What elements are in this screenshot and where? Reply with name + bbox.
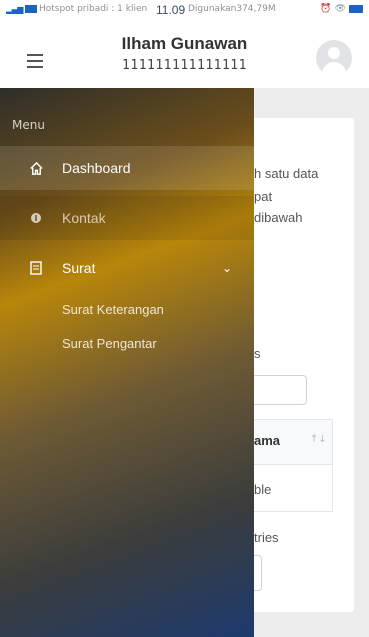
home-icon (28, 160, 44, 176)
sidebar-item-label: Surat (62, 260, 96, 276)
hotspot-text: Hotspot pribadi : 1 klien (38, 4, 148, 14)
entries-label: s (254, 346, 261, 361)
hotspot-icon (24, 5, 37, 13)
sidebar-drawer: Menu Dashboard Kontak Surat ⌄ Surat Kete… (0, 88, 254, 637)
sidebar-subitem-surat-pengantar[interactable]: Surat Pengantar (62, 336, 157, 351)
status-bar: ▂▄▆ Hotspot pribadi : 1 klien 11.09 Digu… (0, 0, 369, 20)
status-right: Digunakan374,79M (188, 4, 276, 14)
sidebar-item-kontak[interactable]: Kontak (0, 196, 254, 240)
contact-icon (28, 210, 44, 226)
status-time: 11.09 (156, 3, 186, 17)
app-header: Ilham Gunawan 111111111111111 (0, 20, 369, 88)
sidebar-item-label: Dashboard (62, 160, 131, 176)
content-text-1: h satu data (254, 166, 319, 181)
sidebar-item-surat[interactable]: Surat ⌄ (0, 246, 254, 290)
user-id: 111111111111111 (122, 58, 247, 73)
sidebar-item-label: Kontak (62, 210, 106, 226)
sidebar-subitem-surat-keterangan[interactable]: Surat Keterangan (62, 302, 164, 317)
search-input[interactable] (249, 375, 307, 405)
user-name: Ilham Gunawan (121, 34, 248, 53)
alarm-icon: ⏰ (320, 4, 332, 14)
avatar-body (322, 62, 346, 76)
battery-icon (349, 5, 363, 13)
sidebar-item-dashboard[interactable]: Dashboard (0, 146, 254, 190)
column-header-nama[interactable]: ama (254, 433, 280, 448)
content-text-3: dibawah (254, 210, 303, 225)
signal-icon: ▂▄▆ (6, 4, 23, 14)
status-left: ▂▄▆ Hotspot pribadi : 1 klien (6, 4, 147, 14)
content-text-2: pat (254, 189, 273, 204)
status-icons: ⏰ 👁 (320, 4, 363, 14)
chevron-down-icon: ⌄ (222, 261, 233, 275)
empty-table-text: ble (254, 482, 272, 497)
entries-text: tries (254, 530, 279, 545)
avatar-head (328, 47, 340, 59)
sort-icon[interactable]: ↑↓ (310, 434, 327, 445)
eye-icon: 👁 (334, 4, 346, 14)
menu-title: Menu (12, 118, 45, 132)
avatar[interactable] (316, 40, 352, 76)
document-icon (28, 260, 44, 276)
